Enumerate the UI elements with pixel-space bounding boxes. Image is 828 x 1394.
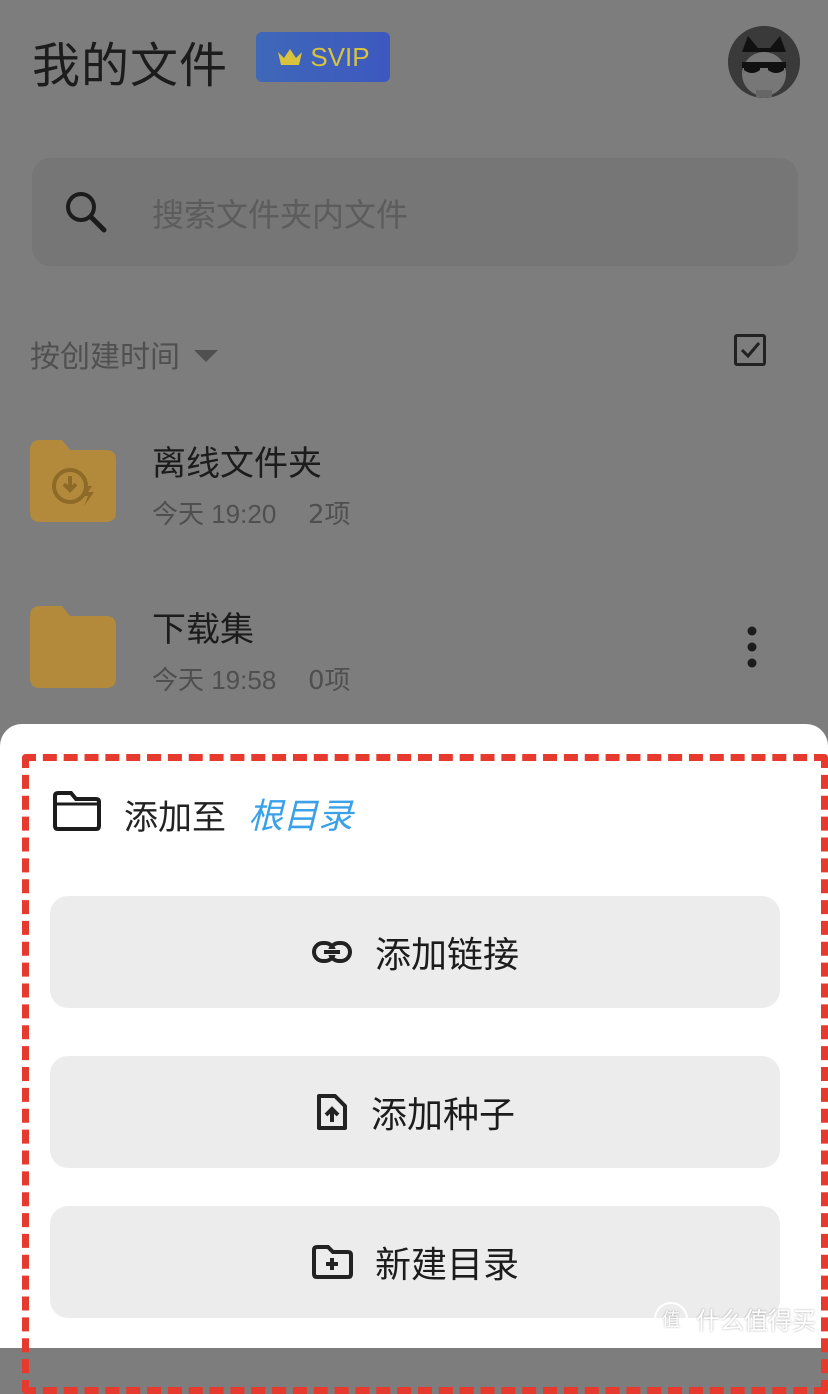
add-link-label: 添加链接 xyxy=(374,935,519,976)
offline-folder-icon xyxy=(30,440,116,522)
avatar[interactable] xyxy=(728,26,800,98)
file-row[interactable] xyxy=(0,590,828,710)
sort-dropdown[interactable]: 按创建时间 xyxy=(30,332,218,376)
folder-plus-icon xyxy=(311,1245,353,1279)
file-upload-icon xyxy=(316,1094,347,1130)
watermark-text: 什么值得买 xyxy=(696,1307,816,1335)
add-torrent-label: 添加种子 xyxy=(370,1095,515,1136)
file-row[interactable] xyxy=(0,420,828,540)
file-count: 0项 xyxy=(308,666,351,696)
sunglasses-avatar-icon xyxy=(728,26,800,98)
page-title: 我的文件 xyxy=(32,38,229,94)
destination-link[interactable]: 根目录 xyxy=(248,788,353,839)
watermark: 值 什么值得买 xyxy=(654,1301,816,1336)
folder-icon xyxy=(30,606,116,688)
file-name: 下载集 xyxy=(152,610,254,650)
file-name: 离线文件夹 xyxy=(152,444,322,484)
watermark-logo: 值 xyxy=(654,1301,688,1336)
add-to-label: 添加至 xyxy=(124,798,226,838)
svip-label: SVIP xyxy=(310,41,370,72)
link-icon xyxy=(311,941,352,963)
search-icon[interactable] xyxy=(64,190,108,234)
file-count: 2项 xyxy=(308,500,351,530)
search-input[interactable]: 搜索文件夹内文件 xyxy=(152,190,408,236)
svip-badge[interactable]: SVIP xyxy=(256,32,390,82)
more-options-icon[interactable] xyxy=(744,626,760,668)
checkmark-icon xyxy=(740,342,761,359)
multi-select-checkbox[interactable] xyxy=(734,334,766,366)
chevron-down-icon xyxy=(194,350,218,362)
file-time: 今天 19:20 xyxy=(152,499,277,529)
sort-label: 按创建时间 xyxy=(30,340,180,375)
folder-outline-icon xyxy=(53,791,101,831)
crown-icon xyxy=(278,49,303,65)
search-bar[interactable] xyxy=(32,158,798,266)
add-link-button[interactable]: 添加链接 xyxy=(50,896,780,1008)
add-torrent-button[interactable]: 添加种子 xyxy=(50,1056,780,1168)
new-folder-label: 新建目录 xyxy=(374,1245,519,1286)
file-time: 今天 19:58 xyxy=(152,665,277,695)
